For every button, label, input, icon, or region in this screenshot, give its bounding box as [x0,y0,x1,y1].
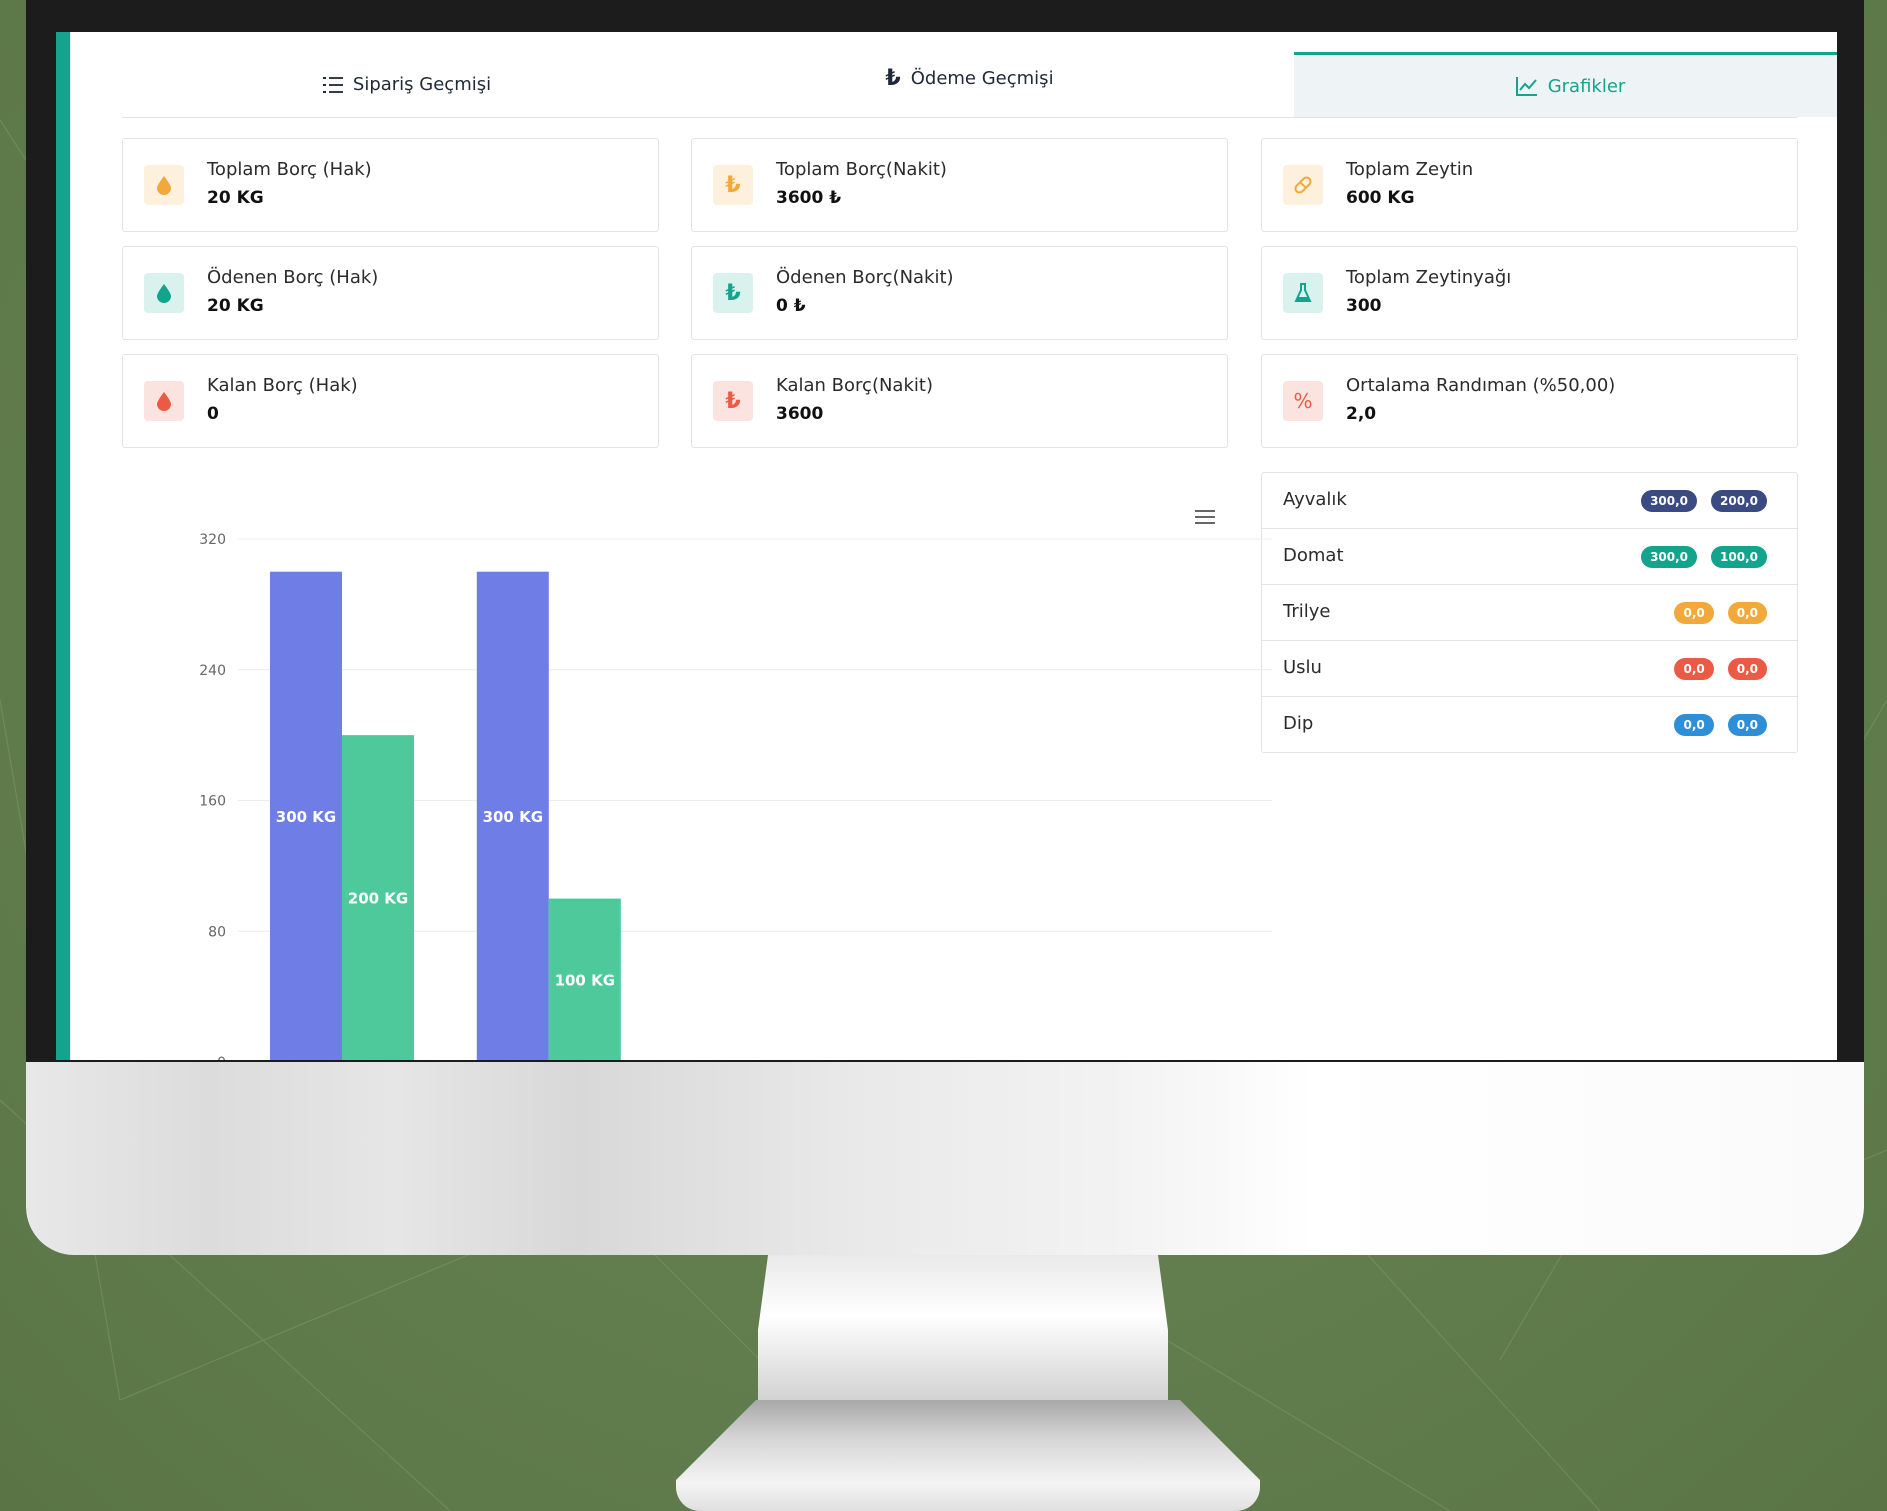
monitor-chin [26,1062,1864,1255]
badge-olive: 0,0 [1674,714,1714,736]
stat-label: Toplam Borç (Hak) [207,159,372,180]
list-item: Uslu 0,0 0,0 [1262,641,1797,697]
stat-value: 3600 [776,404,824,424]
variety-name: Uslu [1283,657,1322,678]
stat-label: Toplam Zeytinyağı [1346,267,1512,288]
y-tick-label: 160 [199,794,226,810]
y-tick-label: 80 [208,924,226,940]
chart-line-icon [1515,77,1537,96]
tab-charts[interactable]: Grafikler [1294,52,1837,117]
stat-card-total-debt-share: Toplam Borç (Hak) 20 KG [122,138,659,232]
y-tick-label: 240 [199,663,226,679]
sidebar-divider [70,32,71,1060]
badge-olive: 300,0 [1641,546,1698,568]
stat-card-average-yield: % Ortalama Randıman (%50,00) 2,0 [1261,354,1798,448]
flask-icon [1283,273,1323,313]
stat-card-remaining-debt-share: Kalan Borç (Hak) 0 [122,354,659,448]
tab-label: Ödeme Geçmişi [910,68,1054,89]
badge-olive: 300,0 [1641,490,1698,512]
drop-icon [144,381,184,421]
badge-oil: 200,0 [1711,490,1767,512]
list-item: Domat 300,0 100,0 [1262,529,1797,585]
stat-value: 20 KG [207,188,264,208]
stat-label: Ödenen Borç (Hak) [207,267,379,288]
tab-label: Grafikler [1547,75,1626,97]
stat-card-remaining-debt-cash: ₺ Kalan Borç(Nakit) 3600 [691,354,1228,448]
chart-menu-icon[interactable] [1193,508,1217,526]
lira-icon: ₺ [713,381,753,421]
variety-name: Ayvalık [1283,489,1347,510]
y-tick-label: 0 [217,1055,226,1060]
tab-order-history[interactable]: Sipariş Geçmişi [122,52,692,117]
stat-card-total-olive: Toplam Zeytin 600 KG [1261,138,1798,232]
badge-olive: 0,0 [1674,602,1714,624]
stat-label: Kalan Borç (Hak) [207,375,358,396]
tab-bar: Sipariş Geçmişi ₺ Ödeme Geçmişi Grafikle… [122,52,1837,118]
stat-value: 300 [1346,296,1382,316]
drop-icon [144,273,184,313]
badge-oil: 0,0 [1727,602,1767,624]
stat-value: 20 KG [207,296,264,316]
lira-icon: ₺ [885,66,901,91]
app-screen: Sipariş Geçmişi ₺ Ödeme Geçmişi Grafikle… [56,32,1837,1060]
variety-name: Domat [1283,545,1344,566]
variety-list: Ayvalık 300,0 200,0 Domat 300,0 100,0 Tr… [1261,472,1798,753]
stat-card-paid-debt-cash: ₺ Ödenen Borç(Nakit) 0 ₺ [691,246,1228,340]
sidebar-accent-bar [56,32,70,1060]
list-item: Dip 0,0 0,0 [1262,697,1797,752]
tab-payment-history[interactable]: ₺ Ödeme Geçmişi [692,46,1247,111]
stat-label: Ödenen Borç(Nakit) [776,267,954,288]
stat-value: 600 KG [1346,188,1415,208]
stat-label: Ortalama Randıman (%50,00) [1346,375,1616,396]
stat-label: Kalan Borç(Nakit) [776,375,933,396]
pill-icon [1283,165,1323,205]
list-icon [322,76,343,93]
bar-data-label: 100 KG [555,971,615,989]
variety-name: Trilye [1283,601,1331,622]
badge-oil: 100,0 [1711,546,1767,568]
lira-icon: ₺ [713,165,753,205]
monitor-stand-base [676,1400,1260,1511]
badge-oil: 0,0 [1727,658,1767,680]
stat-label: Toplam Zeytin [1346,159,1474,180]
list-item: Ayvalık 300,0 200,0 [1262,473,1797,529]
stat-card-paid-debt-share: Ödenen Borç (Hak) 20 KG [122,246,659,340]
stat-card-total-debt-cash: ₺ Toplam Borç(Nakit) 3600 ₺ [691,138,1228,232]
tab-label: Sipariş Geçmişi [352,74,492,95]
bar-data-label: 300 KG [276,808,336,826]
stat-value: 3600 ₺ [776,188,842,208]
bar-data-label: 200 KG [348,890,408,908]
bar-data-label: 300 KG [483,808,543,826]
list-item: Trilye 0,0 0,0 [1262,585,1797,641]
y-tick-label: 320 [199,532,226,548]
monitor-stand-neck [758,1255,1168,1405]
badge-oil: 0,0 [1727,714,1767,736]
stat-value: 2,0 [1346,404,1377,424]
drop-icon [144,165,184,205]
stat-value: 0 ₺ [776,296,806,316]
lira-icon: ₺ [713,273,753,313]
bar-chart: 080160240320Ayvalık300 KG200 KGDomat300 … [199,532,1272,1060]
stat-value: 0 [207,404,219,424]
percent-icon: % [1283,381,1323,421]
stat-label: Toplam Borç(Nakit) [776,159,947,180]
variety-name: Dip [1283,713,1314,734]
stat-card-total-olive-oil: Toplam Zeytinyağı 300 [1261,246,1798,340]
badge-olive: 0,0 [1674,658,1714,680]
